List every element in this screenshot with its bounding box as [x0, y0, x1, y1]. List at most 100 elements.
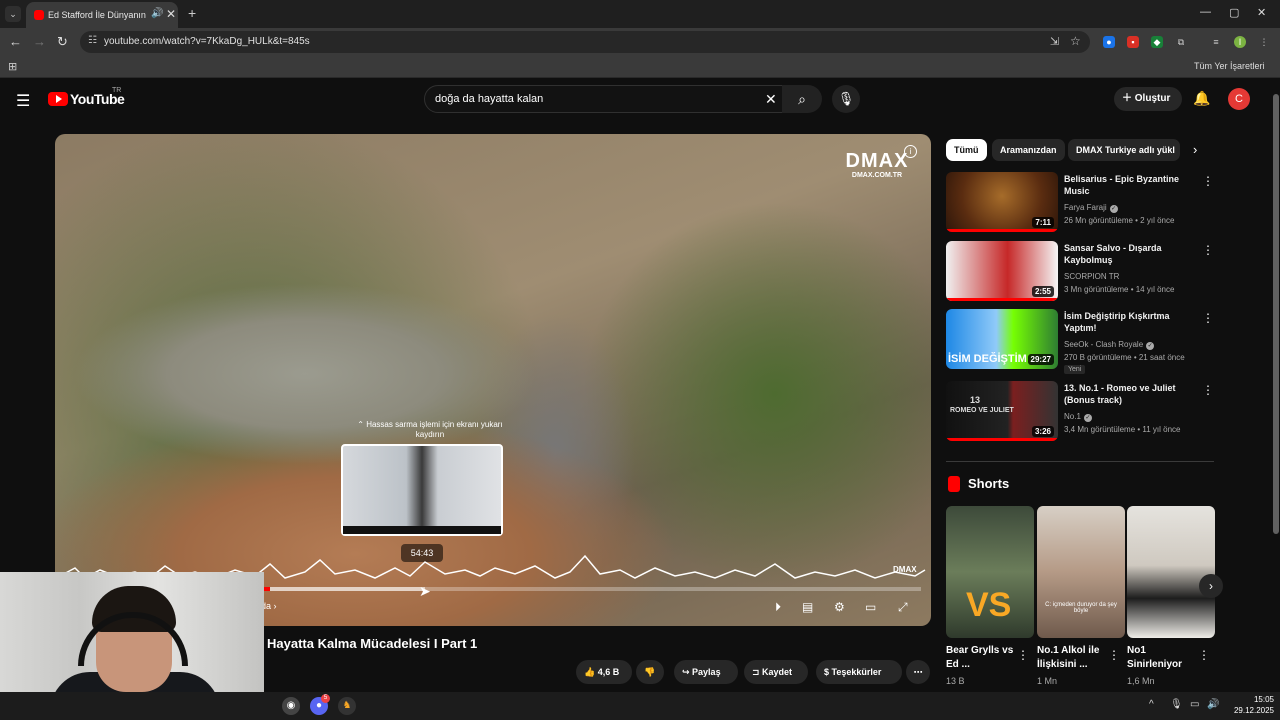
all-bookmarks-link[interactable]: Tüm Yer İşaretleri	[1194, 61, 1265, 71]
volume-icon[interactable]: 🔊	[1207, 699, 1219, 710]
site-info-icon[interactable]: ☷	[88, 35, 97, 46]
share-icon: ↪	[682, 667, 693, 677]
address-bar[interactable]: ☷ youtube.com/watch?v=7KkaDg_HULk&t=845s…	[80, 31, 1090, 53]
forward-icon[interactable]: →	[33, 34, 46, 49]
extension-icon-3[interactable]: ◆	[1151, 36, 1163, 48]
network-icon[interactable]: ▭	[1190, 699, 1199, 710]
create-button[interactable]: ＋ Oluştur	[1114, 87, 1182, 111]
microphone-tray-icon[interactable]: 🎙	[1170, 699, 1183, 710]
video-thumbnail[interactable]: 7:11	[946, 172, 1058, 232]
chip-next-chevron-icon[interactable]: ›	[1193, 142, 1197, 157]
short-title[interactable]: No1 Sinirleniyor	[1127, 644, 1201, 672]
chrome-taskbar-icon[interactable]: ◉	[282, 697, 300, 715]
extension-icon-2[interactable]: ▪	[1127, 36, 1139, 48]
fullscreen-icon[interactable]: ⤢	[898, 600, 908, 615]
info-icon[interactable]: i	[904, 145, 917, 158]
more-options-icon[interactable]: ⋮	[1017, 648, 1029, 662]
short-overlay-text: C: içmeden duruyor da şey böyle	[1045, 602, 1117, 614]
short-title[interactable]: No.1 Alkol ile İlişkisini ...	[1037, 644, 1111, 672]
minimize-icon[interactable]: —	[1200, 6, 1211, 18]
app-taskbar-icon[interactable]: ♞	[338, 697, 356, 715]
window-close-icon[interactable]: ✕	[1257, 6, 1266, 19]
divider	[946, 461, 1214, 462]
related-video-title[interactable]: Belisarius - Epic Byzantine Music	[1064, 173, 1190, 197]
like-button[interactable]: 👍 4,6 B	[576, 660, 632, 684]
extensions-puzzle-icon[interactable]: ⧉	[1175, 36, 1187, 48]
chip-from-search[interactable]: Aramanızdan	[992, 139, 1065, 161]
bookmark-star-icon[interactable]: ☆	[1070, 34, 1081, 48]
page-scrollbar[interactable]	[1272, 80, 1280, 692]
clock-date: 29.12.2025	[1233, 706, 1274, 715]
more-options-icon[interactable]: ⋮	[1202, 174, 1214, 188]
reading-list-icon[interactable]: ≡	[1210, 36, 1222, 48]
video-thumbnail[interactable]: İSİM DEĞİŞTİM 29:27	[946, 309, 1058, 369]
video-thumbnail[interactable]: 13 ROMEO VE JULIET 3:26	[946, 381, 1058, 441]
url-text[interactable]: youtube.com/watch?v=7KkaDg_HULk&t=845s	[104, 36, 310, 47]
thumbs-up-icon: 👍	[584, 667, 598, 677]
video-thumbnail[interactable]: 2:55	[946, 241, 1058, 301]
short-thumbnail[interactable]	[1127, 506, 1215, 638]
related-video-item[interactable]: İSİM DEĞİŞTİM 29:27 İsim Değiştirip Kışk…	[946, 309, 1216, 379]
related-video-item[interactable]: 2:55 Sansar Salvo - Dışarda Kaybolmuş SC…	[946, 241, 1216, 305]
system-clock[interactable]: 15:05 29.12.2025	[1226, 694, 1274, 716]
tab-close-icon[interactable]: ✕	[166, 7, 176, 21]
apps-grid-icon[interactable]: ⊞	[8, 60, 17, 73]
install-app-icon[interactable]: ⇲	[1050, 35, 1059, 48]
share-button[interactable]: ↪ Paylaş	[674, 660, 738, 684]
menu-hamburger-icon[interactable]: ☰	[16, 91, 30, 111]
tab-search-icon[interactable]: ⌄	[5, 6, 21, 22]
video-player[interactable]: DMAX DMAX.COM.TR i ⌃ Hassas sarma işlemi…	[55, 134, 931, 626]
theater-mode-icon[interactable]: ▭	[865, 600, 876, 614]
avatar[interactable]: C	[1228, 88, 1250, 110]
thumb-caption: İSİM DEĞİŞTİM	[948, 353, 1027, 365]
autoplay-toggle-icon[interactable]: ⏵	[775, 600, 781, 615]
more-options-icon[interactable]: ⋮	[1202, 383, 1214, 397]
more-actions-button[interactable]: ⋯	[906, 660, 930, 684]
short-thumbnail[interactable]: VS	[946, 506, 1034, 638]
more-options-icon[interactable]: ⋮	[1202, 243, 1214, 257]
tray-chevron-icon[interactable]: ^	[1149, 699, 1154, 710]
related-video-title[interactable]: İsim Değiştirip Kışkırtma Yaptım!	[1064, 310, 1190, 334]
shorts-next-chevron-icon[interactable]: ›	[1199, 574, 1223, 598]
progress-hover	[270, 587, 425, 591]
restore-icon[interactable]: ▢	[1229, 6, 1239, 19]
settings-gear-icon[interactable]: ⚙	[834, 600, 845, 614]
related-video-item[interactable]: 7:11 Belisarius - Epic Byzantine Music F…	[946, 172, 1216, 236]
search-query[interactable]: doğa da hayatta kalan	[435, 93, 543, 105]
plus-icon: ＋	[1122, 93, 1135, 104]
new-tab-button[interactable]: +	[188, 5, 196, 21]
more-options-icon[interactable]: ⋮	[1108, 648, 1120, 662]
related-channel[interactable]: SCORPION TR	[1064, 272, 1119, 281]
notifications-bell-icon[interactable]: 🔔	[1193, 90, 1210, 107]
watermark-url: DMAX.COM.TR	[851, 172, 903, 179]
clock-time: 15:05	[1253, 695, 1274, 704]
audio-playing-icon[interactable]: 🔊	[151, 8, 163, 19]
more-options-icon[interactable]: ⋮	[1198, 648, 1210, 662]
chip-all[interactable]: Tümü	[946, 139, 987, 161]
related-video-title[interactable]: 13. No.1 - Romeo ve Juliet (Bonus track)	[1064, 382, 1190, 406]
browser-tab-active[interactable]: Ed Stafford İle Dünyanın En 🔊 ✕	[26, 2, 178, 28]
extension-icon-1[interactable]: ●	[1103, 36, 1115, 48]
back-icon[interactable]: ←	[9, 34, 22, 49]
dislike-button[interactable]: 👎	[636, 660, 664, 684]
short-views: 1 Mn	[1037, 676, 1058, 686]
related-video-title[interactable]: Sansar Salvo - Dışarda Kaybolmuş	[1064, 242, 1190, 266]
voice-search-button[interactable]: 🎙	[832, 85, 860, 113]
short-thumbnail[interactable]: C: içmeden duruyor da şey böyle	[1037, 506, 1125, 638]
browser-menu-icon[interactable]: ⋮	[1258, 36, 1270, 48]
clear-search-icon[interactable]: ✕	[765, 91, 777, 108]
profile-icon[interactable]: I	[1234, 36, 1246, 48]
more-options-icon[interactable]: ⋮	[1202, 311, 1214, 325]
reload-icon[interactable]: ↻	[57, 34, 68, 50]
discord-badge: 5	[321, 694, 330, 703]
search-input[interactable]: doğa da hayatta kalan ✕	[424, 85, 788, 113]
scrollbar-thumb[interactable]	[1273, 94, 1279, 534]
save-button[interactable]: ⊐ Kaydet	[744, 660, 808, 684]
chip-channel-uploads[interactable]: DMAX Turkiye adlı yükl	[1068, 139, 1180, 161]
thanks-button[interactable]: $ Teşekkürler	[816, 660, 902, 684]
verified-check-icon: ✓	[1109, 205, 1118, 213]
search-button[interactable]: ⌕	[782, 85, 822, 113]
subtitles-icon[interactable]: ▤	[802, 600, 813, 614]
short-title[interactable]: Bear Grylls vs Ed ...	[946, 644, 1020, 672]
related-video-item[interactable]: 13 ROMEO VE JULIET 3:26 13. No.1 - Romeo…	[946, 381, 1216, 445]
